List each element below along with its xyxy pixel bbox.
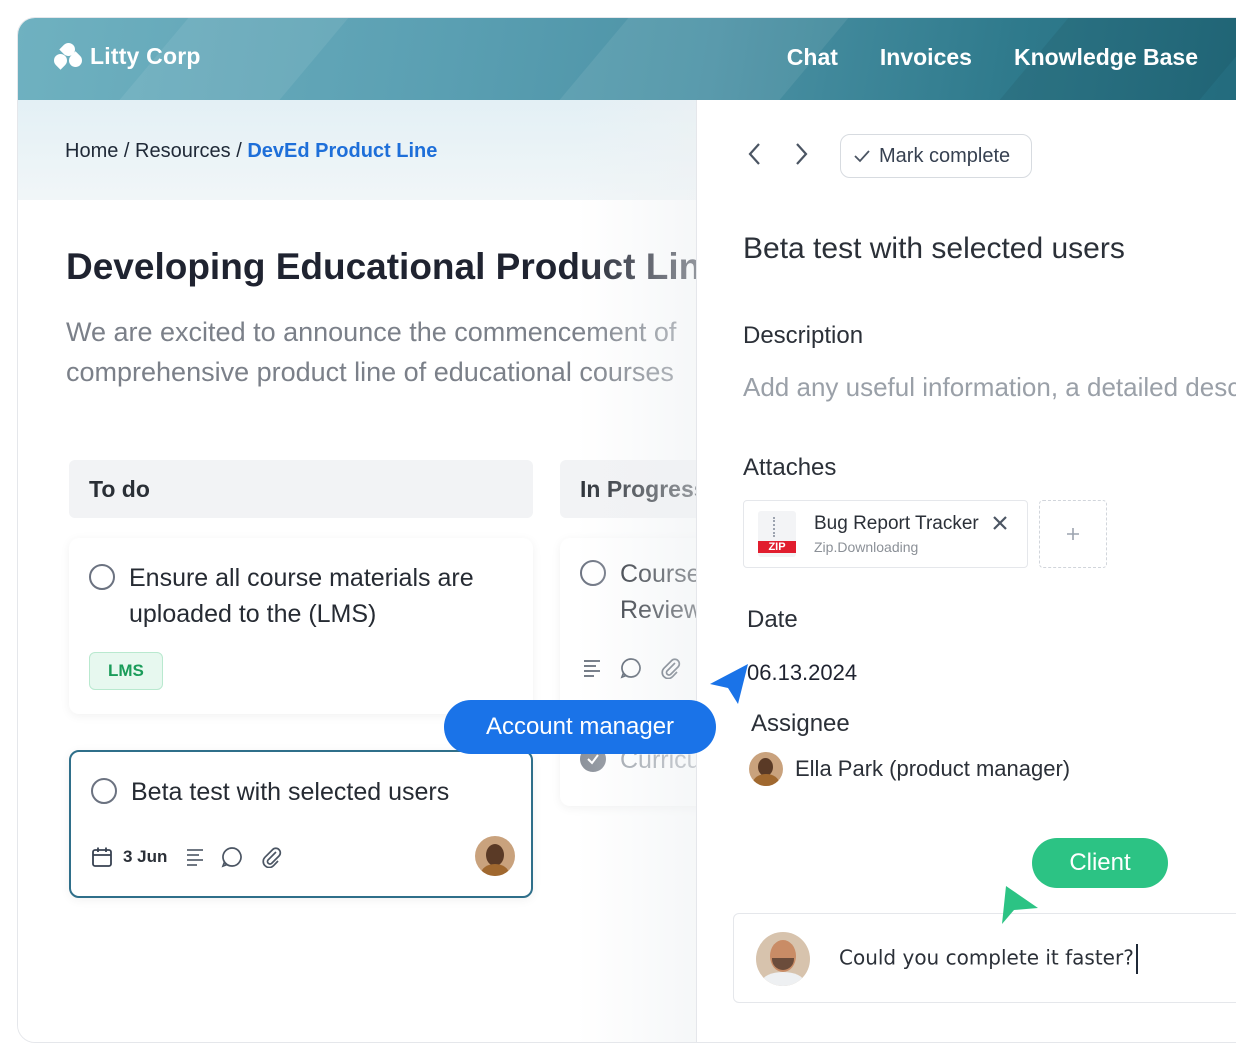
main-nav: Chat Invoices Knowledge Base — [787, 44, 1198, 71]
task-card[interactable]: Ensure all course materials are uploaded… — [69, 538, 533, 714]
task-checkbox[interactable] — [89, 564, 115, 590]
tag-lms: LMS — [89, 652, 163, 690]
attachment-status: Zip.Downloading — [814, 539, 919, 555]
nav-invoices[interactable]: Invoices — [880, 44, 972, 71]
chevron-right-icon[interactable] — [791, 140, 811, 168]
breadcrumb-separator: / — [236, 140, 242, 162]
nav-chat[interactable]: Chat — [787, 44, 838, 71]
cursor-pointer-icon — [710, 664, 748, 704]
breadcrumb-separator: / — [123, 140, 130, 162]
cursor-pointer-icon — [1002, 886, 1038, 924]
add-attachment-button[interactable] — [1039, 500, 1107, 568]
breadcrumb-bar: Home / Resources / DevEd Product Line — [18, 100, 696, 200]
check-icon — [854, 150, 870, 163]
account-manager-label: Account manager — [444, 700, 716, 754]
text-caret — [1135, 944, 1138, 974]
assignee-name: Ella Park (product manager) — [795, 756, 1071, 781]
page-description: We are excited to announce the commencem… — [66, 317, 677, 387]
comment-icon — [221, 847, 242, 868]
breadcrumb-current: DevEd Product Line — [247, 140, 438, 162]
task-due-date: 3 Jun — [123, 847, 168, 866]
mark-complete-label: Mark complete — [879, 144, 1011, 167]
date-label: Date — [747, 606, 798, 633]
breadcrumb-resources[interactable]: Resources — [135, 140, 231, 162]
task-title: Beta test with selected users — [131, 778, 450, 806]
commenter-avatar — [756, 932, 810, 986]
breadcrumb-home[interactable]: Home — [65, 140, 118, 162]
mark-complete-button[interactable]: Mark complete — [840, 134, 1032, 178]
task-checkbox[interactable] — [91, 778, 117, 804]
task-detail-panel: Mark complete Beta test with selected us… — [696, 100, 1236, 1042]
description-input[interactable]: Add any useful information, a detailed d… — [743, 372, 1236, 403]
comment-input[interactable]: Could you complete it faster? — [733, 913, 1236, 1003]
attachment-icon — [262, 847, 282, 868]
task-title: Ensure all course materials are uploaded… — [129, 564, 474, 628]
column-header-in-progress: In Progress — [560, 460, 696, 518]
task-card[interactable]: Course Review Curriculum — [560, 538, 696, 806]
project-page: Home / Resources / DevEd Product Line De… — [18, 100, 696, 1042]
nav-knowledge-base[interactable]: Knowledge Base — [1014, 44, 1198, 71]
date-value[interactable]: 06.13.2024 — [747, 660, 857, 686]
task-title: Course Review — [620, 560, 696, 624]
brand-name: Litty Corp — [90, 42, 201, 69]
close-icon[interactable] — [990, 513, 1010, 533]
assignee-avatar — [749, 752, 783, 786]
breadcrumb: Home / Resources / DevEd Product Line — [65, 140, 437, 163]
page-title: Developing Educational Product Line — [66, 246, 696, 287]
attachment-item[interactable]: ZIP Bug Report Tracker Zip.Downloading — [743, 500, 1028, 568]
brand-logo[interactable]: Litty Corp — [51, 40, 201, 70]
attachment-icon — [661, 658, 681, 679]
task-checkbox[interactable] — [580, 560, 606, 586]
comment-text: Could you complete it faster? — [839, 944, 1138, 974]
client-label: Client — [1032, 838, 1168, 888]
task-card-selected[interactable]: Beta test with selected users 3 Jun — [69, 750, 533, 898]
task-detail-title: Beta test with selected users — [743, 232, 1125, 265]
plus-icon — [1067, 528, 1079, 540]
column-header-todo: To do — [69, 460, 533, 518]
assignee-avatar[interactable] — [475, 836, 515, 876]
calendar-icon — [92, 847, 112, 867]
attachment-name: Bug Report Tracker — [814, 513, 979, 534]
top-navigation-bar: Litty Corp Chat Invoices Knowledge Base — [18, 18, 1236, 100]
description-label: Description — [743, 322, 864, 349]
attaches-label: Attaches — [743, 454, 837, 481]
chevron-left-icon[interactable] — [745, 140, 765, 168]
assignee-label: Assignee — [751, 710, 850, 737]
description-icon — [187, 849, 203, 866]
comment-icon — [620, 658, 641, 679]
app-window: Litty Corp Chat Invoices Knowledge Base … — [17, 17, 1236, 1043]
description-icon — [584, 660, 600, 677]
assignee[interactable]: Ella Park (product manager) — [749, 752, 1070, 786]
zip-file-icon: ZIP — [758, 511, 796, 557]
logo-icon — [51, 40, 85, 70]
